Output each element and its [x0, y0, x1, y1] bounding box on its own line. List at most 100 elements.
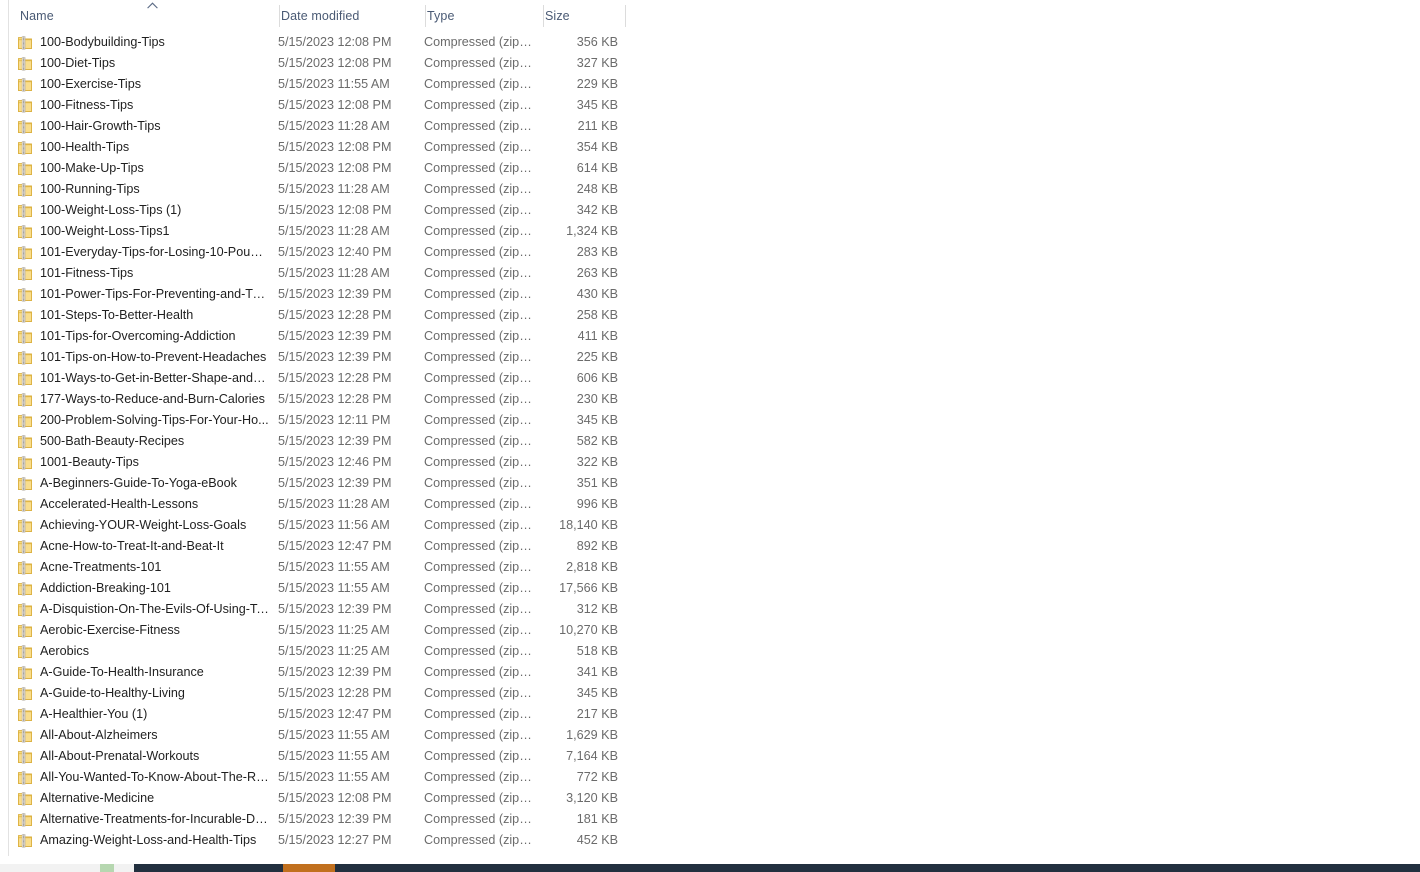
- file-date-modified: 5/15/2023 12:39 PM: [278, 287, 392, 301]
- file-row[interactable]: Aerobics 5/15/2023 11:25 AM Compressed (zi…: [9, 641, 1420, 662]
- file-type: Compressed (zipp...: [424, 245, 536, 259]
- file-size: 211 KB: [577, 119, 618, 133]
- file-row[interactable]: 100-Hair-Growth-Tips 5/15/2023 11:28 AM Co…: [9, 116, 1420, 137]
- file-row[interactable]: 101-Fitness-Tips 5/15/2023 11:28 AM Compre…: [9, 263, 1420, 284]
- file-row[interactable]: A-Beginners-Guide-To-Yoga-eBook 5/15/2023…: [9, 473, 1420, 494]
- taskbar-strip[interactable]: [0, 864, 1420, 872]
- column-divider-name-date[interactable]: [279, 5, 280, 27]
- file-row[interactable]: Alternative-Medicine 5/15/2023 12:08 PM Co…: [9, 788, 1420, 809]
- column-header-size-label: Size: [545, 9, 570, 23]
- file-size: 263 KB: [576, 266, 618, 280]
- file-type: Compressed (zipp...: [424, 560, 536, 574]
- taskbar-strip-segment-light-2: [114, 864, 134, 872]
- file-row[interactable]: All-About-Prenatal-Workouts 5/15/2023 11:…: [9, 746, 1420, 767]
- file-explorer-list-view: Name Date modified Type Size 100-Bodybui…: [0, 0, 1420, 872]
- file-size: 18,140 KB: [559, 518, 618, 532]
- file-row[interactable]: 100-Bodybuilding-Tips 5/15/2023 12:08 PM C…: [9, 32, 1420, 53]
- column-header-type-label: Type: [427, 9, 455, 23]
- file-row[interactable]: 500-Bath-Beauty-Recipes 5/15/2023 12:39 P…: [9, 431, 1420, 452]
- file-date-modified: 5/15/2023 12:39 PM: [278, 665, 392, 679]
- file-row[interactable]: Amazing-Weight-Loss-and-Health-Tips 5/15/…: [9, 830, 1420, 851]
- file-type: Compressed (zipp...: [424, 791, 536, 805]
- file-date-modified: 5/15/2023 11:28 AM: [278, 497, 390, 511]
- file-size: 892 KB: [576, 539, 618, 553]
- file-row[interactable]: 100-Weight-Loss-Tips1 5/15/2023 11:28 AM C…: [9, 221, 1420, 242]
- file-type: Compressed (zipp...: [424, 476, 536, 490]
- taskbar-strip-segment-green: [100, 864, 114, 872]
- file-name: Accelerated-Health-Lessons: [40, 497, 199, 511]
- file-date-modified: 5/15/2023 12:28 PM: [278, 392, 392, 406]
- file-name: 100-Exercise-Tips: [40, 77, 142, 91]
- file-row[interactable]: A-Disquistion-On-The-Evils-Of-Using-To..…: [9, 599, 1420, 620]
- file-date-modified: 5/15/2023 11:55 AM: [278, 770, 390, 784]
- file-row[interactable]: Accelerated-Health-Lessons 5/15/2023 11:2…: [9, 494, 1420, 515]
- column-header-date-modified[interactable]: Date modified: [270, 0, 416, 32]
- file-name: All-About-Alzheimers: [40, 728, 158, 742]
- file-size: 3,120 KB: [566, 791, 618, 805]
- file-row[interactable]: A-Guide-to-Healthy-Living 5/15/2023 12:28…: [9, 683, 1420, 704]
- file-date-modified: 5/15/2023 12:27 PM: [278, 833, 392, 847]
- file-date-modified: 5/15/2023 12:46 PM: [278, 455, 392, 469]
- file-row[interactable]: Achieving-YOUR-Weight-Loss-Goals 5/15/202…: [9, 515, 1420, 536]
- file-row[interactable]: 200-Problem-Solving-Tips-For-Your-Ho... 5…: [9, 410, 1420, 431]
- file-size: 229 KB: [576, 77, 618, 91]
- file-row[interactable]: 1001-Beauty-Tips 5/15/2023 12:46 PM Compre…: [9, 452, 1420, 473]
- file-name: 500-Bath-Beauty-Recipes: [40, 434, 185, 448]
- taskbar-strip-segment-orange: [283, 864, 335, 872]
- file-row[interactable]: Addiction-Breaking-101 5/15/2023 11:55 AM…: [9, 578, 1420, 599]
- file-row[interactable]: 100-Running-Tips 5/15/2023 11:28 AM Compre…: [9, 179, 1420, 200]
- file-row[interactable]: 100-Make-Up-Tips 5/15/2023 12:08 PM Compre…: [9, 158, 1420, 179]
- file-row[interactable]: Aerobic-Exercise-Fitness 5/15/2023 11:25 …: [9, 620, 1420, 641]
- file-name: 100-Running-Tips: [40, 182, 140, 196]
- column-divider-date-type[interactable]: [425, 5, 426, 27]
- file-name: Achieving-YOUR-Weight-Loss-Goals: [40, 518, 247, 532]
- file-row[interactable]: 101-Power-Tips-For-Preventing-and-Trea..…: [9, 284, 1420, 305]
- file-row[interactable]: All-You-Wanted-To-Know-About-The-Ra... 5/…: [9, 767, 1420, 788]
- column-header-row: Name Date modified Type Size: [9, 0, 1420, 32]
- file-row[interactable]: 100-Fitness-Tips 5/15/2023 12:08 PM Compre…: [9, 95, 1420, 116]
- file-name: 1001-Beauty-Tips: [40, 455, 139, 469]
- column-divider-size-end[interactable]: [625, 5, 626, 27]
- file-type: Compressed (zipp...: [424, 686, 536, 700]
- file-date-modified: 5/15/2023 12:08 PM: [278, 56, 392, 70]
- file-size: 345 KB: [576, 98, 618, 112]
- file-type: Compressed (zipp...: [424, 56, 536, 70]
- file-name: 100-Weight-Loss-Tips1: [40, 224, 170, 238]
- file-size: 327 KB: [576, 56, 618, 70]
- file-date-modified: 5/15/2023 12:08 PM: [278, 791, 392, 805]
- file-row[interactable]: Alternative-Treatments-for-Incurable-Dis…: [9, 809, 1420, 830]
- column-header-name[interactable]: Name: [9, 0, 270, 32]
- file-row[interactable]: 101-Tips-on-How-to-Prevent-Headaches 5/15…: [9, 347, 1420, 368]
- file-type: Compressed (zipp...: [424, 350, 536, 364]
- file-row[interactable]: 101-Everyday-Tips-for-Losing-10-Pounds 5/…: [9, 242, 1420, 263]
- file-row[interactable]: All-About-Alzheimers 5/15/2023 11:55 AM Co…: [9, 725, 1420, 746]
- file-row[interactable]: 101-Ways-to-Get-in-Better-Shape-and-S...…: [9, 368, 1420, 389]
- file-name: 101-Tips-for-Overcoming-Addiction: [40, 329, 236, 343]
- file-row[interactable]: 177-Ways-to-Reduce-and-Burn-Calories 5/15…: [9, 389, 1420, 410]
- file-row[interactable]: 100-Weight-Loss-Tips (1) 5/15/2023 12:08 …: [9, 200, 1420, 221]
- file-name: A-Guide-To-Health-Insurance: [40, 665, 204, 679]
- column-header-size[interactable]: Size: [534, 0, 616, 32]
- file-row[interactable]: Acne-How-to-Treat-It-and-Beat-It 5/15/202…: [9, 536, 1420, 557]
- file-row[interactable]: 101-Steps-To-Better-Health 5/15/2023 12:2…: [9, 305, 1420, 326]
- column-header-name-label: Name: [20, 9, 54, 23]
- file-size: 217 KB: [576, 707, 618, 721]
- file-type: Compressed (zipp...: [424, 518, 536, 532]
- file-date-modified: 5/15/2023 12:47 PM: [278, 707, 392, 721]
- file-row[interactable]: 100-Diet-Tips 5/15/2023 12:08 PM Compresse…: [9, 53, 1420, 74]
- file-date-modified: 5/15/2023 11:28 AM: [278, 182, 390, 196]
- column-header-type[interactable]: Type: [416, 0, 534, 32]
- file-type: Compressed (zipp...: [424, 392, 536, 406]
- file-row[interactable]: Acne-Treatments-101 5/15/2023 11:55 AM Com…: [9, 557, 1420, 578]
- file-name: 100-Hair-Growth-Tips: [40, 119, 161, 133]
- file-row[interactable]: 101-Tips-for-Overcoming-Addiction 5/15/20…: [9, 326, 1420, 347]
- file-row[interactable]: 100-Health-Tips 5/15/2023 12:08 PM Compres…: [9, 137, 1420, 158]
- file-row[interactable]: 100-Exercise-Tips 5/15/2023 11:55 AM Compr…: [9, 74, 1420, 95]
- file-date-modified: 5/15/2023 12:11 PM: [278, 413, 391, 427]
- file-row[interactable]: A-Guide-To-Health-Insurance 5/15/2023 12:…: [9, 662, 1420, 683]
- file-date-modified: 5/15/2023 11:28 AM: [278, 119, 390, 133]
- file-row[interactable]: A-Healthier-You (1) 5/15/2023 12:47 PM Com…: [9, 704, 1420, 725]
- file-type: Compressed (zipp...: [424, 287, 536, 301]
- column-divider-type-size[interactable]: [543, 5, 544, 27]
- file-type: Compressed (zipp...: [424, 35, 536, 49]
